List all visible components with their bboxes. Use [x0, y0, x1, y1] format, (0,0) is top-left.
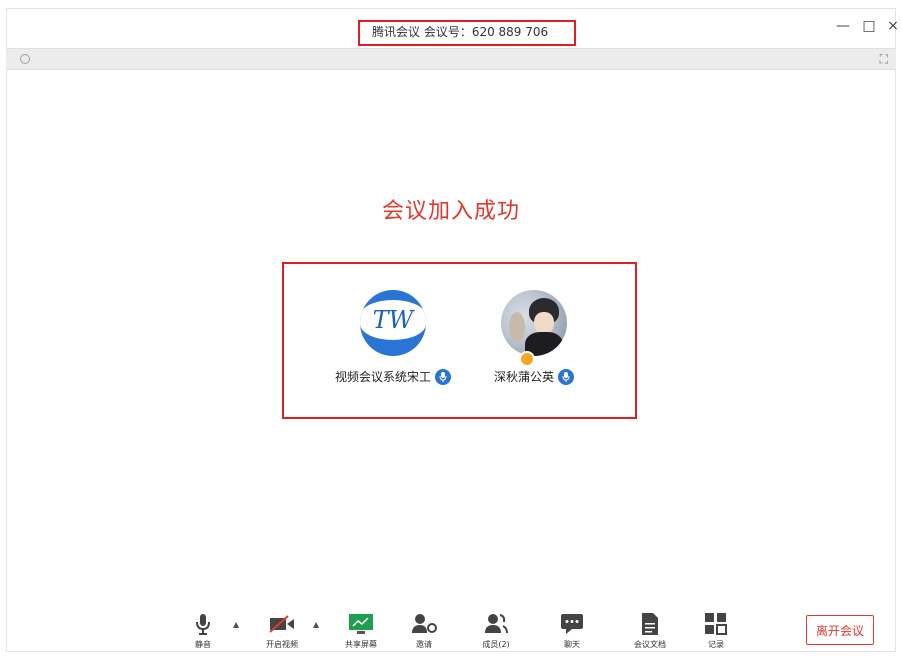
mute-button[interactable]: 静音 — [173, 611, 233, 650]
invite-label: 邀请 — [416, 640, 432, 649]
members-button[interactable]: 成员(2) — [466, 611, 526, 650]
meeting-docs-button[interactable]: 会议文档 — [620, 611, 680, 650]
microphone-icon — [558, 368, 574, 385]
microphone-icon — [435, 368, 451, 385]
start-video-label: 开启视频 — [266, 640, 298, 649]
participant-tile[interactable]: 深秋蒲公英 — [474, 290, 594, 385]
chat-label: 聊天 — [564, 640, 580, 649]
meeting-info-bar: ⛶ — [6, 48, 896, 70]
microphone-icon — [173, 611, 233, 637]
add-person-icon — [394, 611, 454, 637]
avatar-logo: TW — [372, 306, 414, 334]
minimize-button[interactable]: — — [834, 18, 852, 34]
mute-options-caret[interactable]: ▲ — [233, 620, 239, 629]
members-icon — [466, 611, 526, 637]
video-off-icon — [252, 611, 312, 637]
avatar: TW — [360, 290, 426, 356]
host-badge-icon — [519, 351, 535, 367]
avatar — [501, 290, 567, 356]
chat-button[interactable]: 聊天 — [542, 611, 602, 650]
share-screen-icon — [331, 611, 391, 637]
members-label: 成员(2) — [482, 640, 510, 649]
video-options-caret[interactable]: ▲ — [313, 620, 319, 629]
window-title: 腾讯会议 会议号：620 889 706 — [372, 25, 549, 39]
record-label: 记录 — [708, 640, 724, 649]
record-button[interactable]: 记录 — [686, 611, 746, 650]
start-video-button[interactable]: 开启视频 — [252, 611, 312, 650]
share-screen-label: 共享屏幕 — [345, 640, 377, 649]
info-icon[interactable] — [20, 54, 30, 64]
chat-icon — [542, 611, 602, 637]
leave-meeting-button[interactable]: 离开会议 — [806, 615, 874, 645]
meeting-docs-label: 会议文档 — [634, 640, 666, 649]
invite-button[interactable]: 邀请 — [394, 611, 454, 650]
document-icon — [620, 611, 680, 637]
share-screen-button[interactable]: 共享屏幕 — [331, 611, 391, 650]
mute-label: 静音 — [195, 640, 211, 649]
join-success-message: 会议加入成功 — [381, 199, 520, 224]
record-icon — [686, 611, 746, 637]
participant-name: 深秋蒲公英 — [493, 370, 554, 384]
maximize-button[interactable]: □ — [860, 18, 878, 34]
participant-name: 视频会议系统宋工 — [334, 370, 431, 384]
participant-tile[interactable]: TW 视频会议系统宋工 — [318, 290, 468, 385]
fullscreen-icon[interactable]: ⛶ — [880, 52, 888, 67]
close-button[interactable]: × — [884, 18, 902, 34]
